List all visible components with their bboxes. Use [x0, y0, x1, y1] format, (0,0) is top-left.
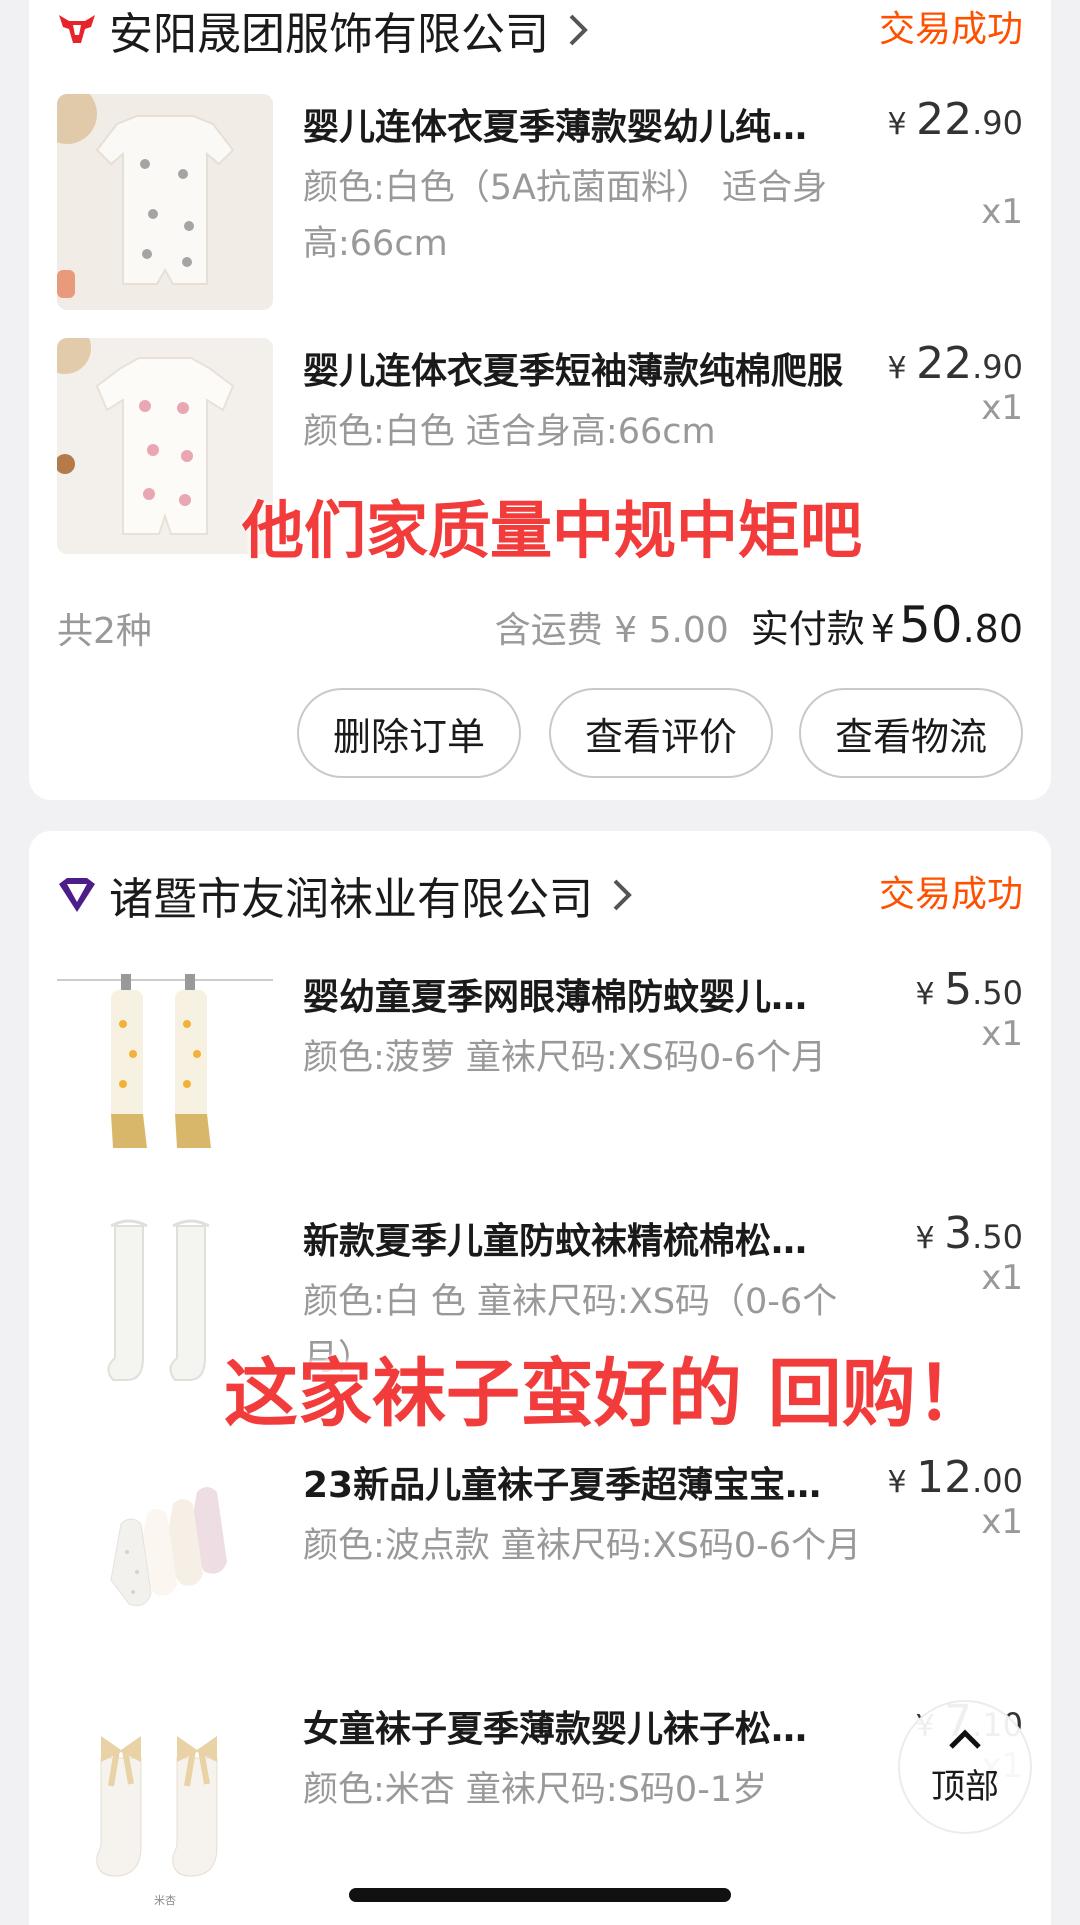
- product-spec: 颜色:菠萝 童袜尺码:XS码0-6个月: [303, 1038, 827, 1078]
- product-title[interactable]: 23新品儿童袜子夏季超薄宝宝网眼袜: [303, 1456, 843, 1508]
- shop-name[interactable]: 安阳晟团服饰有限公司: [109, 0, 549, 62]
- price-symbol: ¥: [887, 351, 907, 386]
- price-int: 22: [916, 94, 973, 145]
- purple-diamond-shop-icon: [57, 875, 97, 915]
- back-to-top-button[interactable]: 顶部: [898, 1700, 1032, 1834]
- product-image[interactable]: [57, 94, 273, 310]
- product-price: ¥ 12.00: [887, 1452, 1023, 1503]
- paid-label: 实付款: [750, 607, 865, 651]
- product-spec: 颜色:米杏 童袜尺码:S码0-1岁: [303, 1770, 768, 1810]
- product-image[interactable]: [57, 964, 273, 1180]
- view-logistics-button[interactable]: 查看物流: [799, 688, 1023, 778]
- price-symbol: ¥: [915, 977, 935, 1012]
- product-price: ¥ 22.90: [887, 338, 1023, 389]
- product-image[interactable]: [57, 1452, 273, 1668]
- item-count: 共2种: [57, 611, 152, 652]
- product-title[interactable]: 婴幼童夏季网眼薄棉防蚊婴儿长筒袜: [303, 968, 843, 1020]
- price-dec: .50: [972, 974, 1023, 1012]
- product-image[interactable]: [57, 338, 273, 554]
- shipping-fee: 含运费 ¥ 5.00: [494, 610, 729, 651]
- product-qty: x1: [981, 1502, 1023, 1542]
- shop-header[interactable]: 安阳晟团服饰有限公司: [57, 0, 591, 60]
- product-qty: x1: [981, 192, 1023, 232]
- product-title[interactable]: 女童袜子夏季薄款婴儿袜子松口蝴蝶结: [303, 1700, 843, 1752]
- product-spec: 颜色:波点款 童袜尺码:XS码0-6个月: [303, 1526, 862, 1566]
- list-item[interactable]: 23新品儿童袜子夏季超薄宝宝网眼袜 颜色:波点款 童袜尺码:XS码0-6个月 ¥…: [57, 1452, 1023, 1668]
- paid-int: 50: [898, 596, 963, 654]
- overlay-comment-1: 他们家质量中规中矩吧: [242, 494, 863, 567]
- product-price: ¥ 3.50: [915, 1208, 1023, 1259]
- paid-symbol: ¥: [870, 607, 895, 651]
- list-item[interactable]: 婴幼童夏季网眼薄棉防蚊婴儿长筒袜 颜色:菠萝 童袜尺码:XS码0-6个月 ¥ 5…: [57, 964, 1023, 1180]
- product-image[interactable]: 米杏: [57, 1696, 273, 1912]
- shop-header[interactable]: 诸暨市友润袜业有限公司: [57, 865, 635, 925]
- paid-dec: .80: [962, 607, 1023, 651]
- product-title[interactable]: 婴儿连体衣夏季短袖薄款纯棉爬服: [303, 342, 843, 394]
- product-price: ¥ 22.90: [887, 94, 1023, 145]
- product-title[interactable]: 新款夏季儿童防蚊袜精梳棉松口长袜: [303, 1212, 843, 1264]
- price-int: 5: [944, 964, 973, 1015]
- price-dec: .90: [972, 348, 1023, 386]
- price-int: 12: [916, 1452, 973, 1503]
- overlay-comment-2: 这家袜子蛮好的 回购！: [224, 1351, 990, 1437]
- product-spec: 颜色:白色（5A抗菌面料） 适合身高:66cm: [303, 168, 828, 264]
- price-int: 3: [944, 1208, 973, 1259]
- product-qty: x1: [981, 388, 1023, 428]
- delete-order-button[interactable]: 删除订单: [297, 688, 521, 778]
- order-total: 含运费 ¥ 5.00 实付款 ¥ 50 .80: [495, 596, 1023, 654]
- product-spec: 颜色:白色 适合身高:66cm: [303, 412, 716, 452]
- product-qty: x1: [981, 1014, 1023, 1054]
- chevron-right-icon[interactable]: [609, 875, 635, 915]
- price-symbol: ¥: [915, 1221, 935, 1256]
- list-item[interactable]: 米杏 女童袜子夏季薄款婴儿袜子松口蝴蝶结 颜色:米杏 童袜尺码:S码0-1岁 ¥…: [57, 1696, 1023, 1912]
- shop-name[interactable]: 诸暨市友润袜业有限公司: [109, 863, 593, 927]
- price-symbol: ¥: [887, 107, 907, 142]
- product-title[interactable]: 婴儿连体衣夏季薄款婴幼儿纯棉短袖哈衣: [303, 98, 843, 150]
- back-to-top-label: 顶部: [931, 1766, 999, 1807]
- list-item[interactable]: 婴儿连体衣夏季薄款婴幼儿纯棉短袖哈衣 颜色:白色（5A抗菌面料） 适合身高:66…: [57, 94, 1023, 310]
- order-status: 交易成功: [878, 874, 1023, 915]
- chevron-right-icon[interactable]: [565, 10, 591, 50]
- order-status: 交易成功: [878, 9, 1023, 50]
- product-qty: x1: [981, 1258, 1023, 1298]
- home-indicator[interactable]: [349, 1888, 731, 1902]
- view-review-button[interactable]: 查看评价: [549, 688, 773, 778]
- price-int: 22: [916, 338, 973, 389]
- product-price: ¥ 5.50: [915, 964, 1023, 1015]
- price-dec: .00: [972, 1462, 1023, 1500]
- price-dec: .90: [972, 104, 1023, 142]
- price-dec: .50: [972, 1218, 1023, 1256]
- chevron-up-icon: [949, 1728, 981, 1749]
- price-symbol: ¥: [887, 1465, 907, 1500]
- order-card[interactable]: 安阳晟团服饰有限公司 交易成功 婴儿连体衣夏季薄款婴幼儿纯棉短袖哈衣 颜色:白色…: [29, 0, 1051, 800]
- red-bull-shop-icon: [57, 10, 97, 50]
- thumb-caption: 米杏: [154, 1894, 176, 1907]
